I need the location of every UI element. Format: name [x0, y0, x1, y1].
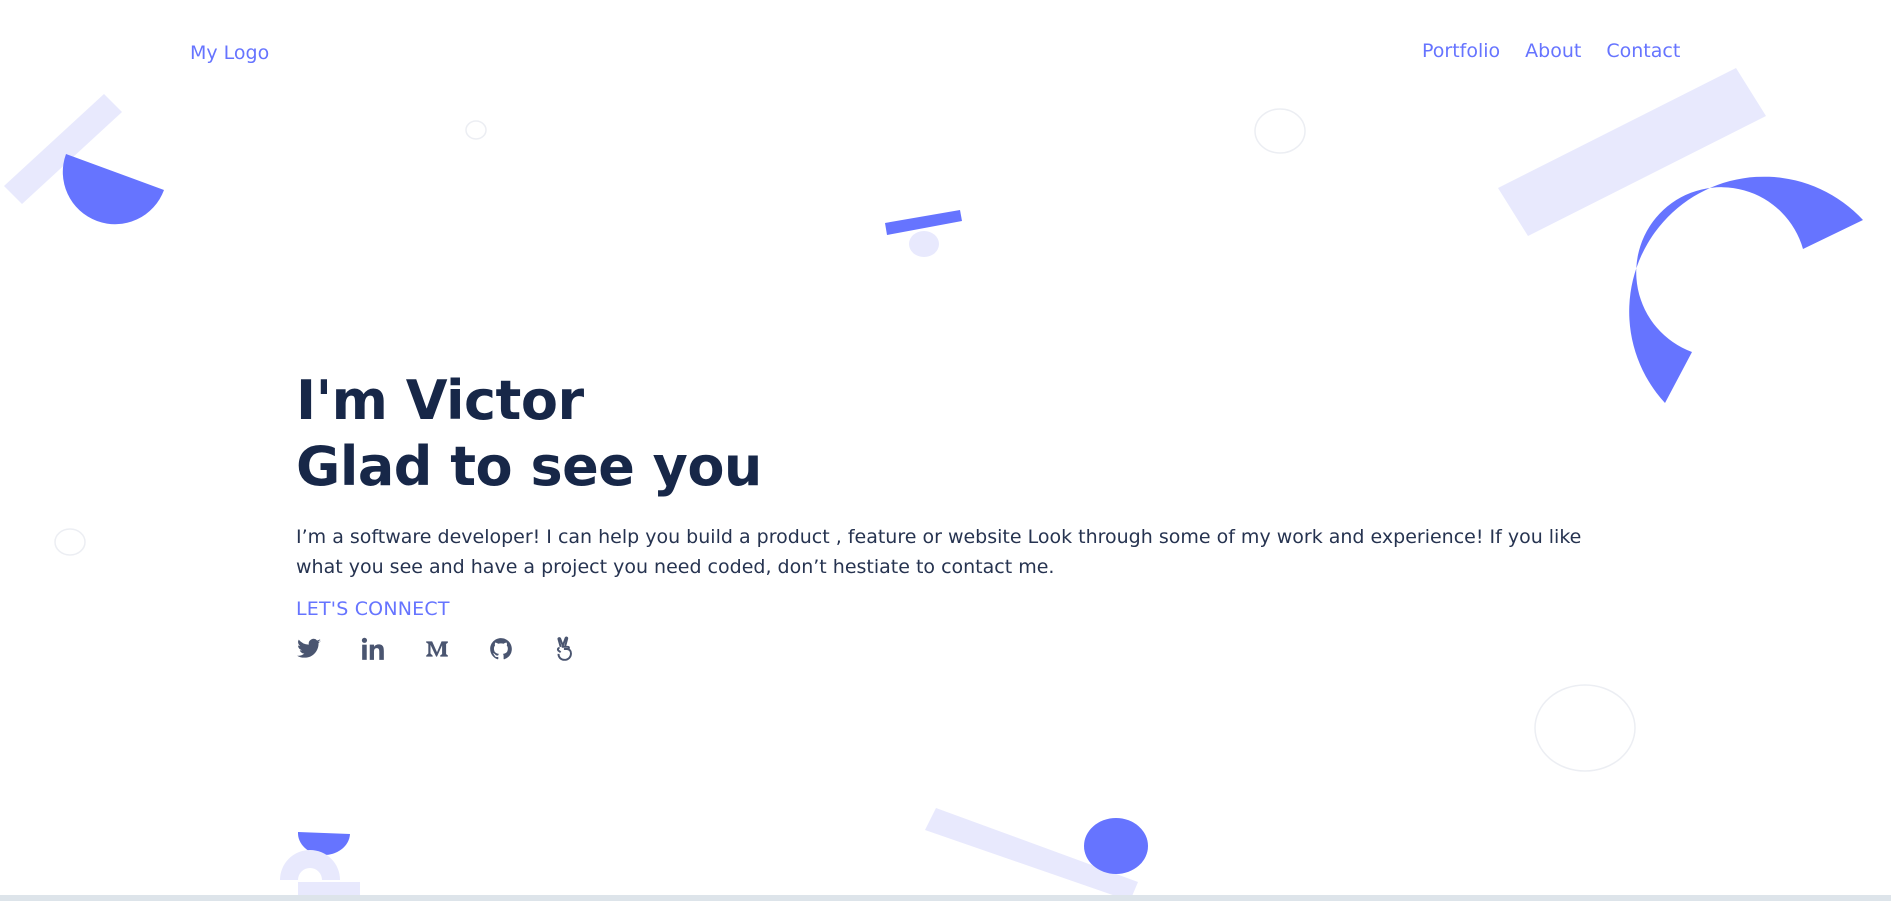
angellist-link[interactable] — [552, 636, 578, 662]
medium-icon — [426, 641, 448, 657]
connect-label: LET'S CONNECT — [296, 598, 450, 620]
angellist-icon — [556, 636, 572, 661]
deco-ring-top — [1254, 108, 1306, 154]
deco-ring-small — [465, 120, 487, 140]
nav-about[interactable]: About — [1525, 40, 1581, 62]
deco-half-disc-top-left — [62, 154, 165, 225]
hero-title-line-2: Glad to see you — [296, 435, 762, 498]
linkedin-icon — [361, 637, 384, 660]
site-header: My Logo Portfolio About Contact — [0, 0, 1891, 110]
deco-dot-center — [909, 231, 939, 257]
hero-title-line-1: I'm Victor — [296, 369, 584, 432]
deco-block-bottom-left — [298, 882, 360, 896]
bottom-edge-bar — [0, 895, 1891, 901]
github-icon — [490, 638, 512, 660]
deco-disc-bottom-center — [1084, 818, 1148, 874]
hero-section: I'm Victor Glad to see you I’m a softwar… — [296, 368, 1636, 662]
github-link[interactable] — [488, 636, 514, 662]
deco-arc-right — [1629, 176, 1863, 403]
main-nav: Portfolio About Contact — [1422, 40, 1680, 62]
deco-ring-right — [1534, 684, 1636, 772]
twitter-icon — [297, 638, 321, 658]
social-links — [296, 636, 1636, 662]
hero-description: I’m a software developer! I can help you… — [296, 526, 1582, 578]
linkedin-link[interactable] — [360, 636, 386, 662]
twitter-link[interactable] — [296, 636, 322, 662]
nav-contact[interactable]: Contact — [1606, 40, 1680, 62]
nav-portfolio[interactable]: Portfolio — [1422, 40, 1500, 62]
logo-link[interactable]: My Logo — [190, 42, 269, 64]
deco-ring-bottom-left — [280, 850, 340, 880]
deco-ring-left — [54, 528, 86, 556]
medium-link[interactable] — [424, 636, 450, 662]
hero-title: I'm Victor Glad to see you — [296, 368, 1636, 500]
